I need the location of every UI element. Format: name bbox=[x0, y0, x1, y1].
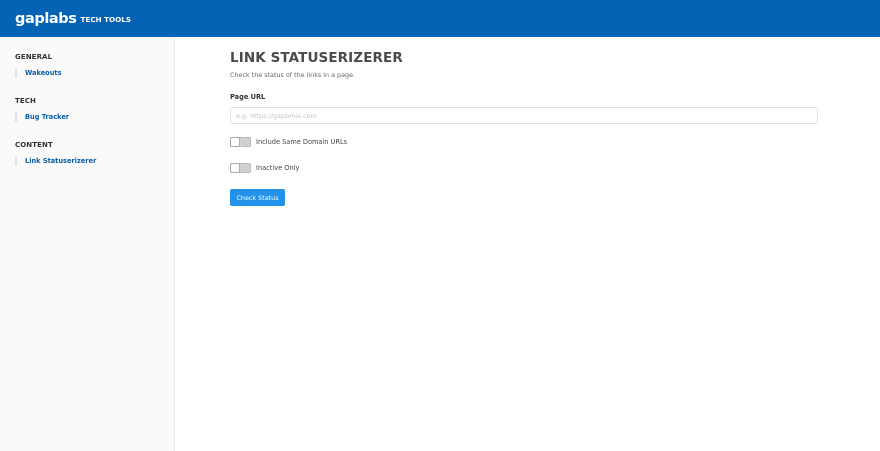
inactive-only-toggle-row[interactable]: Inactive Only bbox=[230, 163, 299, 173]
sidebar-heading-tech: TECH bbox=[15, 97, 36, 105]
brand-subtitle: TECH TOOLS bbox=[80, 14, 132, 24]
sidebar-item-bug-tracker[interactable]: Bug Tracker bbox=[15, 112, 69, 122]
include-same-domain-label: Include Same Domain URLs bbox=[256, 138, 348, 146]
sidebar-item-wakeouts[interactable]: Wakeouts bbox=[15, 68, 61, 78]
page-title: LINK STATUSERIZERER bbox=[230, 50, 403, 66]
sidebar-heading-content: CONTENT bbox=[15, 141, 53, 149]
sidebar-section-tech: TECH Bug Tracker bbox=[15, 97, 69, 122]
page-url-input[interactable] bbox=[230, 107, 818, 124]
top-navbar: gaplabs TECH TOOLS bbox=[0, 0, 880, 37]
main-content: LINK STATUSERIZERER Check the status of … bbox=[230, 50, 820, 206]
include-same-domain-toggle[interactable] bbox=[230, 137, 251, 147]
page-url-label: Page URL bbox=[230, 93, 266, 101]
sidebar-section-general: GENERAL Wakeouts bbox=[15, 53, 61, 78]
sidebar: GENERAL Wakeouts TECH Bug Tracker CONTEN… bbox=[0, 37, 175, 451]
include-same-domain-toggle-row[interactable]: Include Same Domain URLs bbox=[230, 137, 347, 147]
page-subtitle: Check the status of the links in a page. bbox=[230, 71, 356, 79]
inactive-only-label: Inactive Only bbox=[256, 164, 300, 172]
check-status-button[interactable]: Check Status bbox=[230, 189, 285, 206]
sidebar-item-link-statuserizerer[interactable]: Link Statuserizerer bbox=[15, 156, 96, 166]
sidebar-section-content: CONTENT Link Statuserizerer bbox=[15, 141, 96, 166]
toggle-knob bbox=[230, 137, 240, 147]
brand-logo[interactable]: gaplabs bbox=[15, 11, 77, 27]
sidebar-heading-general: GENERAL bbox=[15, 53, 53, 61]
inactive-only-toggle[interactable] bbox=[230, 163, 251, 173]
toggle-knob bbox=[230, 163, 240, 173]
